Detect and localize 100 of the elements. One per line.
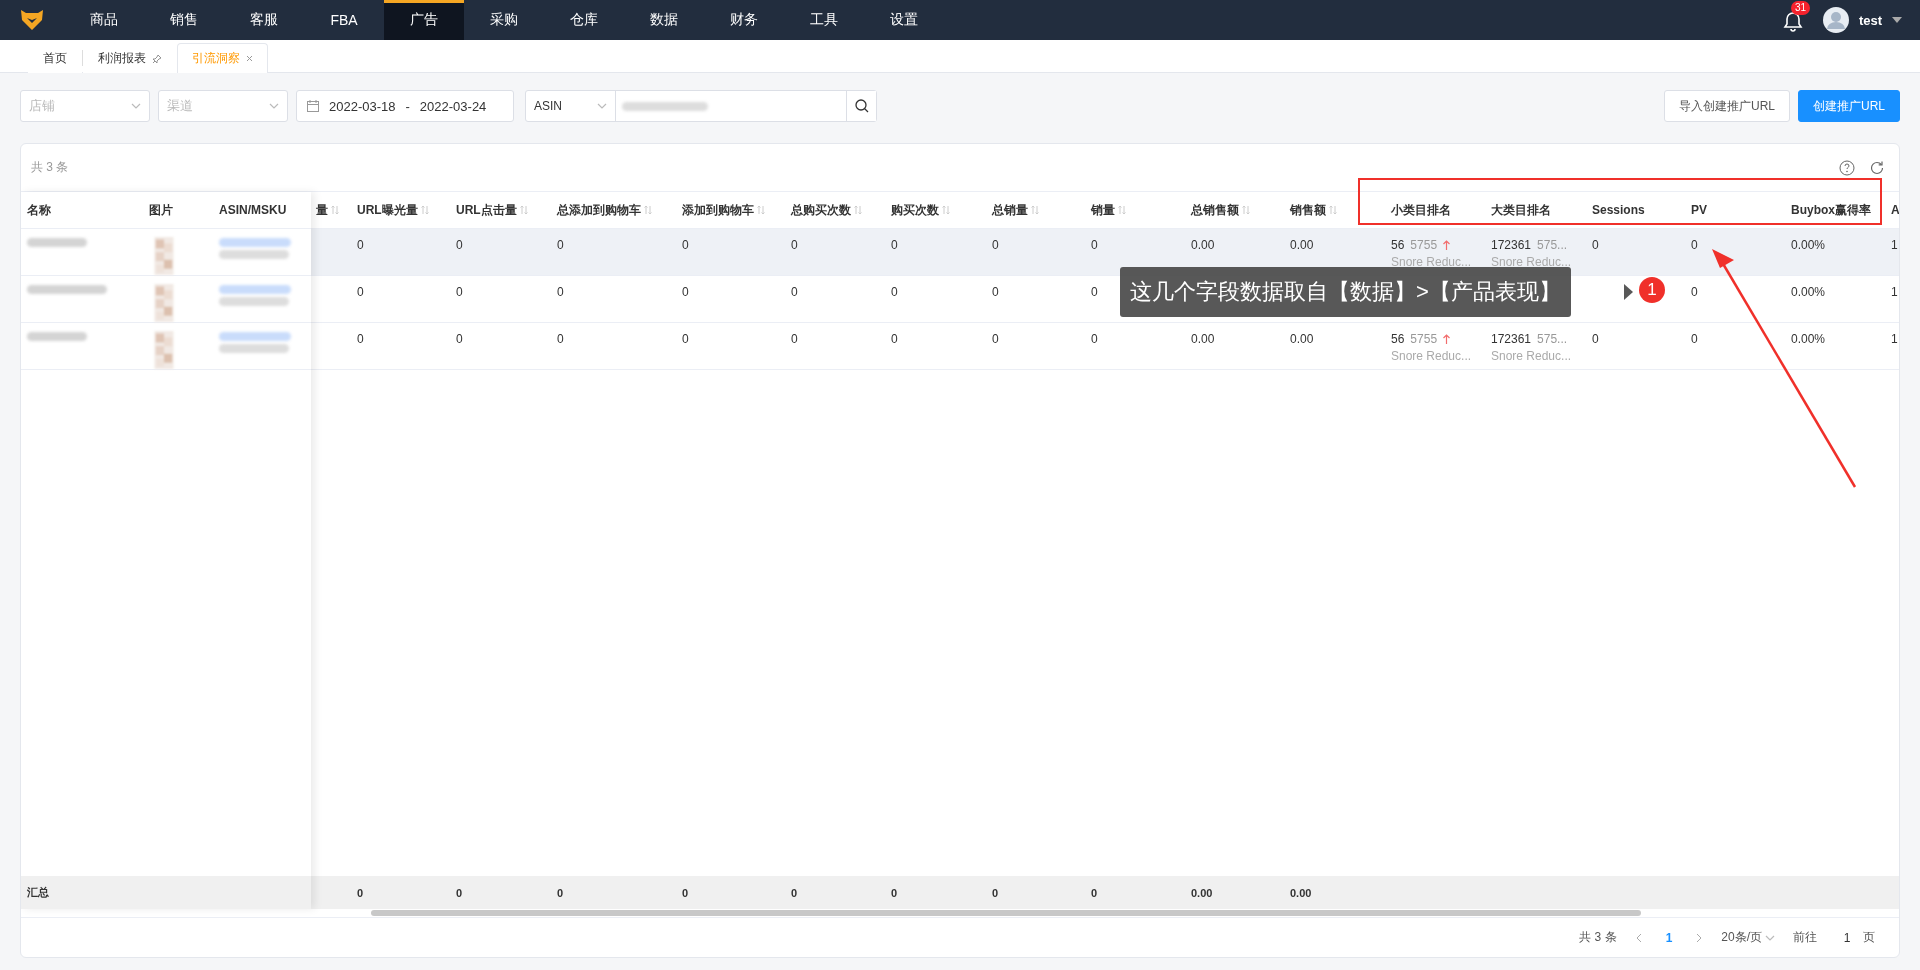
column-header: 小类目排名 [1391, 201, 1451, 219]
table-cell: 0.00% [1791, 332, 1826, 346]
table-row[interactable]: 0 0 0 0 0 0 0 0 0.00 0.00 56 5755 Snore Reduc... 172361 575... Snore Reduc... 0 0 0.00% 1 [311, 229, 1899, 276]
sort-icon[interactable] [1242, 205, 1250, 215]
blurred-text [27, 332, 87, 341]
refresh-icon[interactable] [1869, 159, 1885, 176]
category-name: Snore Reduc... [1391, 349, 1472, 363]
table-cell: 0.00 [1290, 332, 1314, 346]
sort-icon[interactable] [854, 205, 862, 215]
table-cell: 0 [456, 332, 463, 346]
table-cell: 0 [1592, 332, 1599, 346]
goto-label: 前往 [1793, 929, 1817, 946]
total-value: 0 [357, 886, 364, 899]
nav-item[interactable]: 数据 [624, 0, 704, 40]
table-cell: 0.00% [1791, 238, 1826, 252]
total-count: 共 3 条 [1579, 929, 1617, 946]
avatar[interactable] [1822, 7, 1849, 33]
close-icon[interactable] [246, 55, 253, 62]
total-value: 0 [791, 886, 798, 899]
sort-icon[interactable] [331, 205, 339, 215]
nav-item[interactable]: 广告 [384, 0, 464, 40]
column-header: 添加到购物车 [682, 201, 754, 219]
total-value: 0 [682, 886, 689, 899]
rank-total: 5755 [1410, 238, 1438, 252]
table-cell: 0 [1691, 285, 1698, 299]
blurred-text [219, 238, 291, 247]
column-header: 总购买次数 [791, 201, 851, 219]
nav-item[interactable]: 财务 [704, 0, 784, 40]
calendar-icon [307, 100, 319, 112]
help-icon[interactable] [1839, 159, 1855, 176]
sort-icon[interactable] [757, 205, 765, 215]
table-cell: 0 [891, 285, 898, 299]
annotation-tooltip: 这几个字段数据取自【数据】>【产品表现】 [1120, 267, 1571, 317]
rank-value: 56 [1391, 238, 1405, 252]
sort-icon[interactable] [420, 205, 429, 215]
nav-item[interactable]: 采购 [464, 0, 544, 40]
column-header: 购买次数 [891, 201, 939, 219]
sort-icon[interactable] [519, 205, 528, 215]
fox-logo [21, 10, 43, 30]
table-cell: 1 [1891, 238, 1898, 252]
nav-item[interactable]: FBA [304, 0, 384, 40]
caret-down-icon[interactable] [1892, 17, 1902, 23]
sort-icon[interactable] [1118, 205, 1126, 215]
previous-page-button[interactable] [1634, 932, 1642, 943]
sort-icon[interactable] [1031, 205, 1039, 215]
table-cell: 0 [557, 285, 564, 299]
sort-icon[interactable] [644, 205, 652, 215]
total-value: 0 [456, 886, 463, 899]
scrollbar[interactable] [371, 910, 1641, 916]
table-cell: 0 [891, 238, 898, 252]
rank-value: 172361 [1491, 238, 1532, 252]
nav-item[interactable]: 客服 [224, 0, 304, 40]
table-cell: 0 [791, 332, 798, 346]
nav-item[interactable]: 设置 [864, 0, 944, 40]
column-header: 销售额 [1290, 201, 1326, 219]
table-cell: 0.00 [1191, 238, 1215, 252]
import-button[interactable]: 导入创建推广URL [1663, 90, 1790, 122]
nav-item[interactable]: 仓库 [544, 0, 624, 40]
table-cell: 0 [992, 332, 999, 346]
table-cell: 0 [682, 238, 689, 252]
chevron-down-icon [269, 103, 279, 109]
nav-item[interactable]: 商品 [64, 0, 144, 40]
rank-total: 575... [1537, 332, 1568, 346]
user-name[interactable]: test [1858, 12, 1882, 28]
page-input[interactable]: 1 [1835, 929, 1859, 946]
sort-icon[interactable] [1329, 205, 1337, 215]
start-date: 2022-03-18 [329, 98, 396, 114]
table-cell: 0 [357, 238, 364, 252]
column-header: 名称 [27, 201, 51, 219]
date-range-picker[interactable]: 2022-03-18 - 2022-03-24 [296, 90, 514, 122]
nav-item[interactable]: 销售 [144, 0, 224, 40]
column-header: ASIN/MSKU [219, 203, 287, 217]
bell-icon[interactable] [1782, 11, 1803, 33]
table-cell: 0 [1691, 238, 1698, 252]
rank-total: 575... [1537, 238, 1568, 252]
table-cell: 0 [557, 238, 564, 252]
blurred-text [219, 297, 289, 306]
pin-icon[interactable] [152, 53, 162, 64]
table-cell: 0.00 [1290, 238, 1314, 252]
table-cell: 0 [1592, 238, 1599, 252]
column-header: PV [1691, 203, 1707, 217]
next-page-button[interactable] [1696, 932, 1704, 943]
blurred-text [219, 285, 291, 294]
notification-badge: 31 [1790, 1, 1810, 15]
total-value: 0 [891, 886, 898, 899]
blurred-text [219, 344, 289, 353]
total-value: 0 [557, 886, 564, 899]
page-size-select[interactable]: 20条/页 [1721, 929, 1775, 946]
nav-item[interactable]: 工具 [784, 0, 864, 40]
table-cell: 0 [1091, 332, 1098, 346]
end-date: 2022-03-24 [419, 98, 487, 114]
chevron-down-icon [131, 103, 141, 109]
table-cell: 0 [557, 332, 564, 346]
table-cell: 0 [1091, 285, 1098, 299]
table-cell: 0 [357, 332, 364, 346]
table-cell: 0 [357, 285, 364, 299]
rank-value: 56 [1391, 332, 1405, 346]
column-header: 量 [316, 201, 328, 219]
column-header: 大类目排名 [1491, 201, 1551, 219]
sort-icon[interactable] [942, 205, 950, 215]
